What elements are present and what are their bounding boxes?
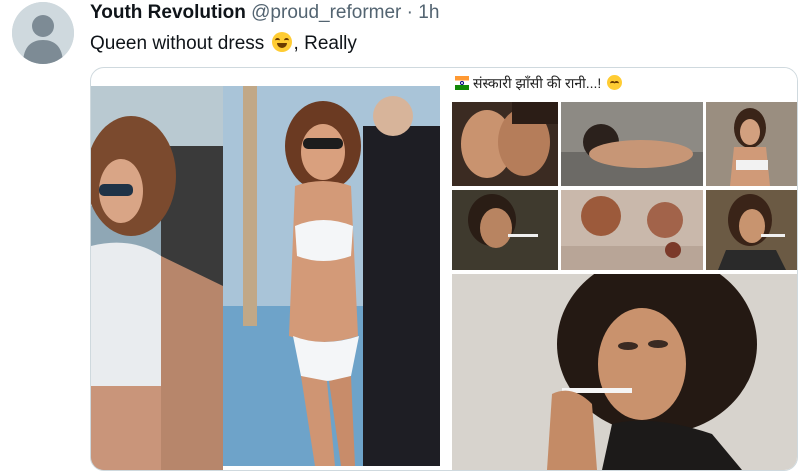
separator-dot: · xyxy=(406,2,413,23)
default-profile-icon xyxy=(12,2,74,64)
photo-collage-thumb-6[interactable] xyxy=(706,190,797,270)
avatar[interactable] xyxy=(12,2,74,64)
tweet-text: Queen without dress , Really xyxy=(90,32,357,55)
display-name[interactable]: Youth Revolution xyxy=(90,2,246,23)
photo-collage-thumb-3[interactable] xyxy=(706,102,797,186)
photo-collage-thumb-1[interactable] xyxy=(452,102,558,186)
tweet-text-suffix: , Really xyxy=(293,33,357,54)
user-handle[interactable]: @proud_reformer xyxy=(251,2,401,23)
rolling-on-floor-laughing-emoji-icon xyxy=(271,32,292,52)
tweet-text-main: Queen without dress xyxy=(90,33,265,54)
photo-smoking-portrait[interactable] xyxy=(452,274,797,470)
timestamp[interactable]: 1h xyxy=(418,2,439,23)
photo-collage-thumb-5[interactable] xyxy=(561,190,703,270)
photo-beach-closeup[interactable] xyxy=(91,86,223,470)
tweet-header: Youth Revolution @proud_reformer · 1h xyxy=(90,2,439,24)
collage-caption: संस्कारी झाँसी की रानी...! xyxy=(451,68,797,98)
photo-collage-thumb-2[interactable] xyxy=(561,102,703,186)
india-flag-icon xyxy=(455,76,469,90)
photo-white-bikini[interactable] xyxy=(223,86,440,466)
laughing-emoji-icon xyxy=(607,75,623,90)
photo-collage-thumb-4[interactable] xyxy=(452,190,558,270)
collage-caption-text: संस्कारी झाँसी की रानी...! xyxy=(473,75,602,91)
media-card[interactable]: संस्कारी झाँसी की रानी...! xyxy=(90,67,798,471)
